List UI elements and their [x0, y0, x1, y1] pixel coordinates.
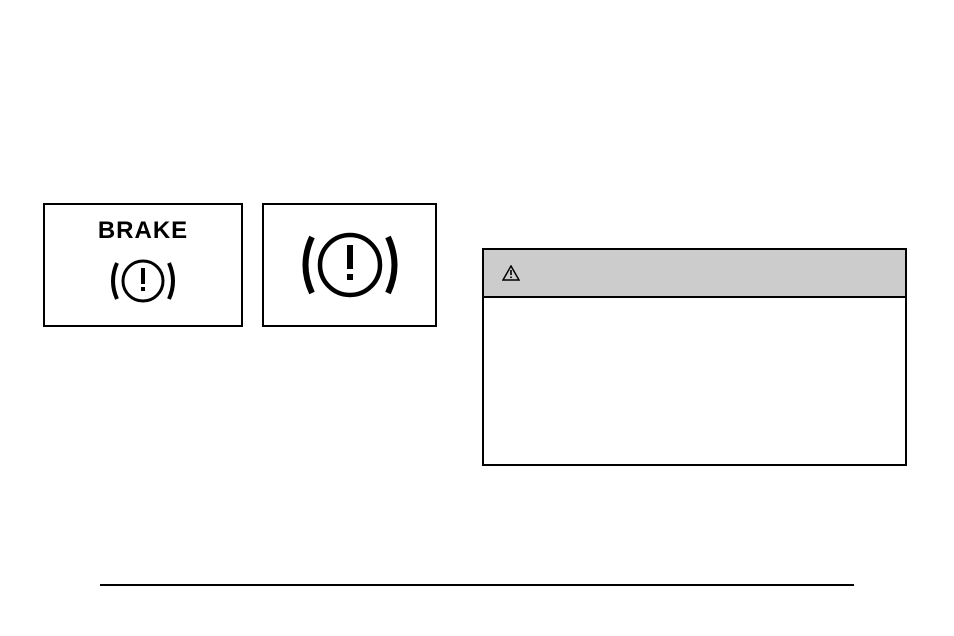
- page-divider: [100, 584, 854, 586]
- warning-triangle-icon: [502, 265, 520, 281]
- brake-warning-light-us: BRAKE: [43, 203, 243, 327]
- caution-warning-box: [482, 248, 907, 466]
- brake-symbol-icon: [103, 253, 183, 309]
- brake-label: BRAKE: [98, 217, 188, 245]
- brake-symbol-icon: [290, 223, 410, 307]
- caution-header: [484, 250, 905, 298]
- brake-warning-light-intl: [262, 203, 437, 327]
